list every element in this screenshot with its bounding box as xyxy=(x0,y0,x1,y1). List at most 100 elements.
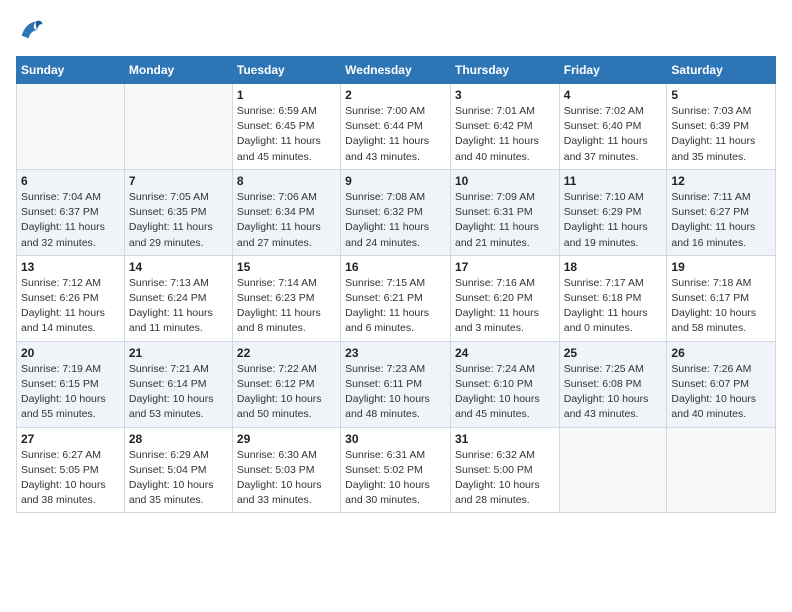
day-number: 31 xyxy=(455,432,555,446)
day-number: 23 xyxy=(345,346,446,360)
day-number: 10 xyxy=(455,174,555,188)
calendar-cell: 30 Sunrise: 6:31 AMSunset: 5:02 PMDayligh… xyxy=(341,427,451,513)
calendar-cell: 26 Sunrise: 7:26 AMSunset: 6:07 PMDayligh… xyxy=(667,341,776,427)
day-number: 18 xyxy=(564,260,663,274)
day-info: Sunrise: 7:02 AMSunset: 6:40 PMDaylight:… xyxy=(564,104,663,165)
calendar-cell: 22 Sunrise: 7:22 AMSunset: 6:12 PMDayligh… xyxy=(232,341,340,427)
logo-bird-icon xyxy=(16,16,44,44)
calendar-cell: 6Sunrise: 7:04 AMSunset: 6:37 PMDaylight… xyxy=(17,169,125,255)
day-number: 27 xyxy=(21,432,120,446)
day-number: 3 xyxy=(455,88,555,102)
weekday-header: Wednesday xyxy=(341,57,451,84)
day-number: 15 xyxy=(237,260,336,274)
calendar-week-row: 20 Sunrise: 7:19 AMSunset: 6:15 PMDayligh… xyxy=(17,341,776,427)
day-number: 7 xyxy=(129,174,228,188)
day-number: 11 xyxy=(564,174,663,188)
calendar-cell: 5 Sunrise: 7:03 AMSunset: 6:39 PMDaylight… xyxy=(667,84,776,170)
day-info: Sunrise: 6:59 AMSunset: 6:45 PMDaylight:… xyxy=(237,104,336,165)
calendar-cell: 2Sunrise: 7:00 AMSunset: 6:44 PMDaylight… xyxy=(341,84,451,170)
day-info: Sunrise: 7:12 AMSunset: 6:26 PMDaylight:… xyxy=(21,276,120,337)
day-number: 24 xyxy=(455,346,555,360)
calendar-cell: 7 Sunrise: 7:05 AMSunset: 6:35 PMDaylight… xyxy=(124,169,232,255)
day-info: Sunrise: 7:19 AMSunset: 6:15 PMDaylight:… xyxy=(21,362,120,423)
weekday-header: Sunday xyxy=(17,57,125,84)
calendar-cell: 24 Sunrise: 7:24 AMSunset: 6:10 PMDayligh… xyxy=(450,341,559,427)
day-info: Sunrise: 7:11 AMSunset: 6:27 PMDaylight:… xyxy=(671,190,771,251)
calendar-cell: 20 Sunrise: 7:19 AMSunset: 6:15 PMDayligh… xyxy=(17,341,125,427)
calendar-table: SundayMondayTuesdayWednesdayThursdayFrid… xyxy=(16,56,776,513)
day-number: 21 xyxy=(129,346,228,360)
calendar-cell: 4 Sunrise: 7:02 AMSunset: 6:40 PMDaylight… xyxy=(559,84,667,170)
day-number: 9 xyxy=(345,174,446,188)
calendar-cell: 19 Sunrise: 7:18 AMSunset: 6:17 PMDayligh… xyxy=(667,255,776,341)
page-header xyxy=(16,16,776,44)
day-number: 26 xyxy=(671,346,771,360)
day-info: Sunrise: 7:01 AMSunset: 6:42 PMDaylight:… xyxy=(455,104,555,165)
calendar-cell: 10 Sunrise: 7:09 AMSunset: 6:31 PMDayligh… xyxy=(450,169,559,255)
day-number: 1 xyxy=(237,88,336,102)
calendar-cell: 25 Sunrise: 7:25 AMSunset: 6:08 PMDayligh… xyxy=(559,341,667,427)
day-info: Sunrise: 7:24 AMSunset: 6:10 PMDaylight:… xyxy=(455,362,555,423)
calendar-cell: 18 Sunrise: 7:17 AMSunset: 6:18 PMDayligh… xyxy=(559,255,667,341)
logo xyxy=(16,16,48,44)
calendar-cell: 12 Sunrise: 7:11 AMSunset: 6:27 PMDayligh… xyxy=(667,169,776,255)
day-number: 16 xyxy=(345,260,446,274)
day-info: Sunrise: 7:22 AMSunset: 6:12 PMDaylight:… xyxy=(237,362,336,423)
calendar-cell: 8Sunrise: 7:06 AMSunset: 6:34 PMDaylight… xyxy=(232,169,340,255)
day-number: 5 xyxy=(671,88,771,102)
calendar-cell: 17 Sunrise: 7:16 AMSunset: 6:20 PMDayligh… xyxy=(450,255,559,341)
day-info: Sunrise: 7:16 AMSunset: 6:20 PMDaylight:… xyxy=(455,276,555,337)
day-info: Sunrise: 7:26 AMSunset: 6:07 PMDaylight:… xyxy=(671,362,771,423)
calendar-week-row: 13 Sunrise: 7:12 AMSunset: 6:26 PMDayligh… xyxy=(17,255,776,341)
day-info: Sunrise: 7:13 AMSunset: 6:24 PMDaylight:… xyxy=(129,276,228,337)
day-number: 12 xyxy=(671,174,771,188)
day-info: Sunrise: 7:25 AMSunset: 6:08 PMDaylight:… xyxy=(564,362,663,423)
calendar-cell xyxy=(667,427,776,513)
day-info: Sunrise: 7:10 AMSunset: 6:29 PMDaylight:… xyxy=(564,190,663,251)
day-number: 22 xyxy=(237,346,336,360)
day-info: Sunrise: 7:21 AMSunset: 6:14 PMDaylight:… xyxy=(129,362,228,423)
day-info: Sunrise: 6:32 AMSunset: 5:00 PMDaylight:… xyxy=(455,448,555,509)
day-number: 14 xyxy=(129,260,228,274)
day-info: Sunrise: 7:15 AMSunset: 6:21 PMDaylight:… xyxy=(345,276,446,337)
day-info: Sunrise: 6:29 AMSunset: 5:04 PMDaylight:… xyxy=(129,448,228,509)
day-info: Sunrise: 7:09 AMSunset: 6:31 PMDaylight:… xyxy=(455,190,555,251)
weekday-header: Tuesday xyxy=(232,57,340,84)
calendar-cell xyxy=(17,84,125,170)
calendar-cell: 3 Sunrise: 7:01 AMSunset: 6:42 PMDaylight… xyxy=(450,84,559,170)
day-number: 30 xyxy=(345,432,446,446)
calendar-cell: 29 Sunrise: 6:30 AMSunset: 5:03 PMDayligh… xyxy=(232,427,340,513)
calendar-cell: 14 Sunrise: 7:13 AMSunset: 6:24 PMDayligh… xyxy=(124,255,232,341)
day-number: 29 xyxy=(237,432,336,446)
day-info: Sunrise: 7:04 AMSunset: 6:37 PMDaylight:… xyxy=(21,190,120,251)
day-number: 19 xyxy=(671,260,771,274)
day-info: Sunrise: 7:18 AMSunset: 6:17 PMDaylight:… xyxy=(671,276,771,337)
calendar-week-row: 1 Sunrise: 6:59 AMSunset: 6:45 PMDaylight… xyxy=(17,84,776,170)
calendar-cell: 27 Sunrise: 6:27 AMSunset: 5:05 PMDayligh… xyxy=(17,427,125,513)
weekday-header: Saturday xyxy=(667,57,776,84)
calendar-cell: 13 Sunrise: 7:12 AMSunset: 6:26 PMDayligh… xyxy=(17,255,125,341)
day-info: Sunrise: 7:17 AMSunset: 6:18 PMDaylight:… xyxy=(564,276,663,337)
weekday-header: Monday xyxy=(124,57,232,84)
day-number: 4 xyxy=(564,88,663,102)
day-number: 25 xyxy=(564,346,663,360)
day-number: 8 xyxy=(237,174,336,188)
weekday-header: Thursday xyxy=(450,57,559,84)
weekday-header: Friday xyxy=(559,57,667,84)
day-info: Sunrise: 6:30 AMSunset: 5:03 PMDaylight:… xyxy=(237,448,336,509)
calendar-week-row: 27 Sunrise: 6:27 AMSunset: 5:05 PMDayligh… xyxy=(17,427,776,513)
day-info: Sunrise: 7:03 AMSunset: 6:39 PMDaylight:… xyxy=(671,104,771,165)
day-number: 17 xyxy=(455,260,555,274)
day-number: 13 xyxy=(21,260,120,274)
calendar-week-row: 6Sunrise: 7:04 AMSunset: 6:37 PMDaylight… xyxy=(17,169,776,255)
calendar-cell: 23Sunrise: 7:23 AMSunset: 6:11 PMDayligh… xyxy=(341,341,451,427)
calendar-cell: 21 Sunrise: 7:21 AMSunset: 6:14 PMDayligh… xyxy=(124,341,232,427)
day-info: Sunrise: 7:00 AMSunset: 6:44 PMDaylight:… xyxy=(345,104,446,165)
day-info: Sunrise: 6:27 AMSunset: 5:05 PMDaylight:… xyxy=(21,448,120,509)
day-info: Sunrise: 7:05 AMSunset: 6:35 PMDaylight:… xyxy=(129,190,228,251)
calendar-cell: 31 Sunrise: 6:32 AMSunset: 5:00 PMDayligh… xyxy=(450,427,559,513)
calendar-header-row: SundayMondayTuesdayWednesdayThursdayFrid… xyxy=(17,57,776,84)
day-info: Sunrise: 6:31 AMSunset: 5:02 PMDaylight:… xyxy=(345,448,446,509)
calendar-cell: 15Sunrise: 7:14 AMSunset: 6:23 PMDayligh… xyxy=(232,255,340,341)
day-number: 20 xyxy=(21,346,120,360)
